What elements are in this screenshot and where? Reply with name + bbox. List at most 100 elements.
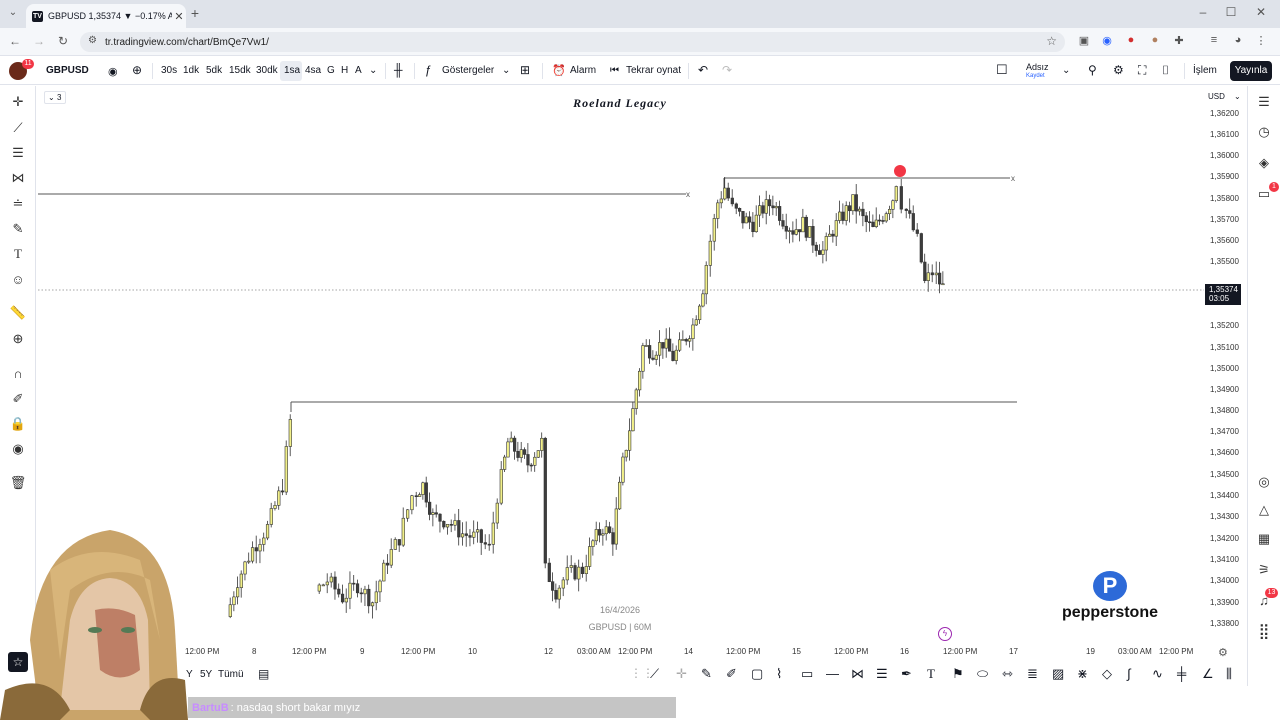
- candle-body: [333, 576, 337, 590]
- candle-body: [801, 216, 805, 233]
- horizontal-line-icon[interactable]: —: [826, 666, 839, 681]
- candle-body: [424, 482, 428, 503]
- eraser-icon[interactable]: ◇: [1102, 666, 1112, 682]
- candle-body: [457, 520, 461, 538]
- candle-body: [841, 211, 845, 221]
- callout-tool-icon[interactable]: ▭: [801, 666, 813, 682]
- ellipse-tool-icon[interactable]: ⬭: [977, 666, 988, 682]
- candle-body: [495, 502, 499, 524]
- candle-body: [321, 584, 325, 587]
- candle-body: [329, 576, 333, 583]
- candle-body: [483, 542, 487, 545]
- path-tool-icon[interactable]: ⌇: [776, 666, 782, 682]
- candle-body: [526, 454, 530, 466]
- candle-body: [421, 482, 425, 495]
- candle-body: [628, 430, 632, 451]
- pen-tool-icon[interactable]: ✒: [901, 666, 912, 682]
- candle-body: [671, 350, 675, 361]
- candle-body: [708, 240, 712, 266]
- gann-tool-icon[interactable]: ⋇: [1077, 666, 1088, 682]
- candle-body: [871, 221, 875, 228]
- angle-tool-icon[interactable]: ∠: [1202, 666, 1214, 682]
- fib-tool-icon[interactable]: ☰: [876, 666, 888, 682]
- candle-body: [594, 529, 598, 542]
- candle-body: [664, 338, 668, 349]
- candle-body: [340, 593, 345, 603]
- candle-body: [926, 272, 930, 281]
- candle-body: [348, 582, 352, 599]
- candle-body: [491, 522, 495, 545]
- price-axis-label: 1,35600: [1210, 236, 1239, 245]
- current-price: 1,35374: [1209, 285, 1238, 294]
- candle-body: [258, 544, 262, 552]
- candle-body: [414, 495, 418, 497]
- candle-body: [618, 481, 622, 510]
- candle-body: [506, 441, 510, 458]
- time-axis-label: 12:00 PM: [185, 647, 220, 656]
- candle-body: [445, 524, 450, 528]
- pattern-tool-icon[interactable]: ⋈: [851, 666, 864, 682]
- news-flash-icon[interactable]: ϟ: [938, 627, 952, 641]
- flag-icon[interactable]: ⚑: [952, 666, 964, 682]
- price-axis[interactable]: 1,36200 1,36100 1,36000 1,35900 1,35800 1,357…: [1204, 86, 1246, 646]
- highlighter-icon[interactable]: ✐: [726, 666, 737, 682]
- candle-body: [874, 219, 878, 228]
- chart-title-text: Roeland Legacy: [573, 96, 667, 110]
- candle-body: [651, 357, 655, 360]
- candle-body: [738, 207, 742, 212]
- candle-body: [774, 206, 778, 209]
- image-tool-icon[interactable]: ▨: [1052, 666, 1064, 682]
- candle-body: [540, 437, 544, 451]
- cross-tool-icon[interactable]: ✛: [676, 666, 687, 682]
- candle-body: [726, 187, 730, 199]
- marker-dot: [894, 165, 906, 177]
- candle-body: [382, 562, 386, 582]
- candle-body: [919, 233, 923, 263]
- position-tool-icon[interactable]: ╪: [1177, 666, 1186, 681]
- candle-body: [658, 342, 662, 356]
- candle-body: [325, 581, 329, 586]
- streamer-avatar: [0, 530, 188, 720]
- range-5y[interactable]: 5Y: [200, 669, 212, 680]
- goto-date-calendar-icon[interactable]: ▤: [258, 667, 269, 681]
- time-axis-label: 03:00 AM: [1118, 647, 1152, 656]
- time-axis-label: 8: [252, 647, 257, 656]
- rectangle-tool-icon[interactable]: ▢: [751, 666, 763, 682]
- candle-body: [588, 546, 592, 567]
- time-axis-settings-icon[interactable]: ⚙: [1218, 646, 1228, 659]
- projection-tool-icon[interactable]: ∿: [1152, 666, 1163, 682]
- arrow-tool-icon[interactable]: ⇿: [1002, 666, 1013, 682]
- text-bottom-icon[interactable]: T: [927, 666, 935, 682]
- candle-body: [634, 389, 638, 409]
- candle-body: [691, 324, 695, 340]
- fib-levels-icon[interactable]: ≣: [1027, 666, 1038, 682]
- candle-body: [838, 211, 842, 221]
- price-axis-label: 1,34200: [1210, 534, 1239, 543]
- candle-body: [794, 229, 798, 235]
- candle-body: [434, 512, 438, 515]
- brush-tool-icon[interactable]: ✎: [701, 666, 712, 682]
- candle-body: [641, 345, 645, 372]
- candle-body: [239, 573, 243, 588]
- candle-body: [781, 220, 785, 227]
- price-axis-label: 1,34100: [1210, 555, 1239, 564]
- time-axis-label: 16: [900, 647, 909, 656]
- candle-body: [228, 604, 232, 617]
- candle-body: [844, 205, 848, 221]
- candle-body: [861, 208, 865, 217]
- indicators-collapse-toggle[interactable]: ⌄ 3: [44, 91, 66, 104]
- favorites-star-icon[interactable]: ☆: [8, 652, 28, 672]
- candle-body: [904, 208, 908, 211]
- pepperstone-logo-icon: P: [1093, 571, 1127, 601]
- range-all[interactable]: Tümü: [218, 669, 244, 680]
- candle-body: [385, 562, 390, 566]
- line-tool-icon[interactable]: ⟋: [650, 666, 659, 682]
- more-tools-icon[interactable]: ⫼: [1226, 666, 1232, 682]
- curve-tool-icon[interactable]: ∫: [1127, 666, 1131, 681]
- candle-body: [337, 588, 341, 595]
- candle-body: [788, 230, 792, 232]
- candle-body: [367, 588, 371, 607]
- stream-chat-message: BartuB : nasdaq short bakar mıyız: [188, 697, 676, 718]
- candle-body: [284, 446, 288, 493]
- candle-body: [580, 566, 585, 574]
